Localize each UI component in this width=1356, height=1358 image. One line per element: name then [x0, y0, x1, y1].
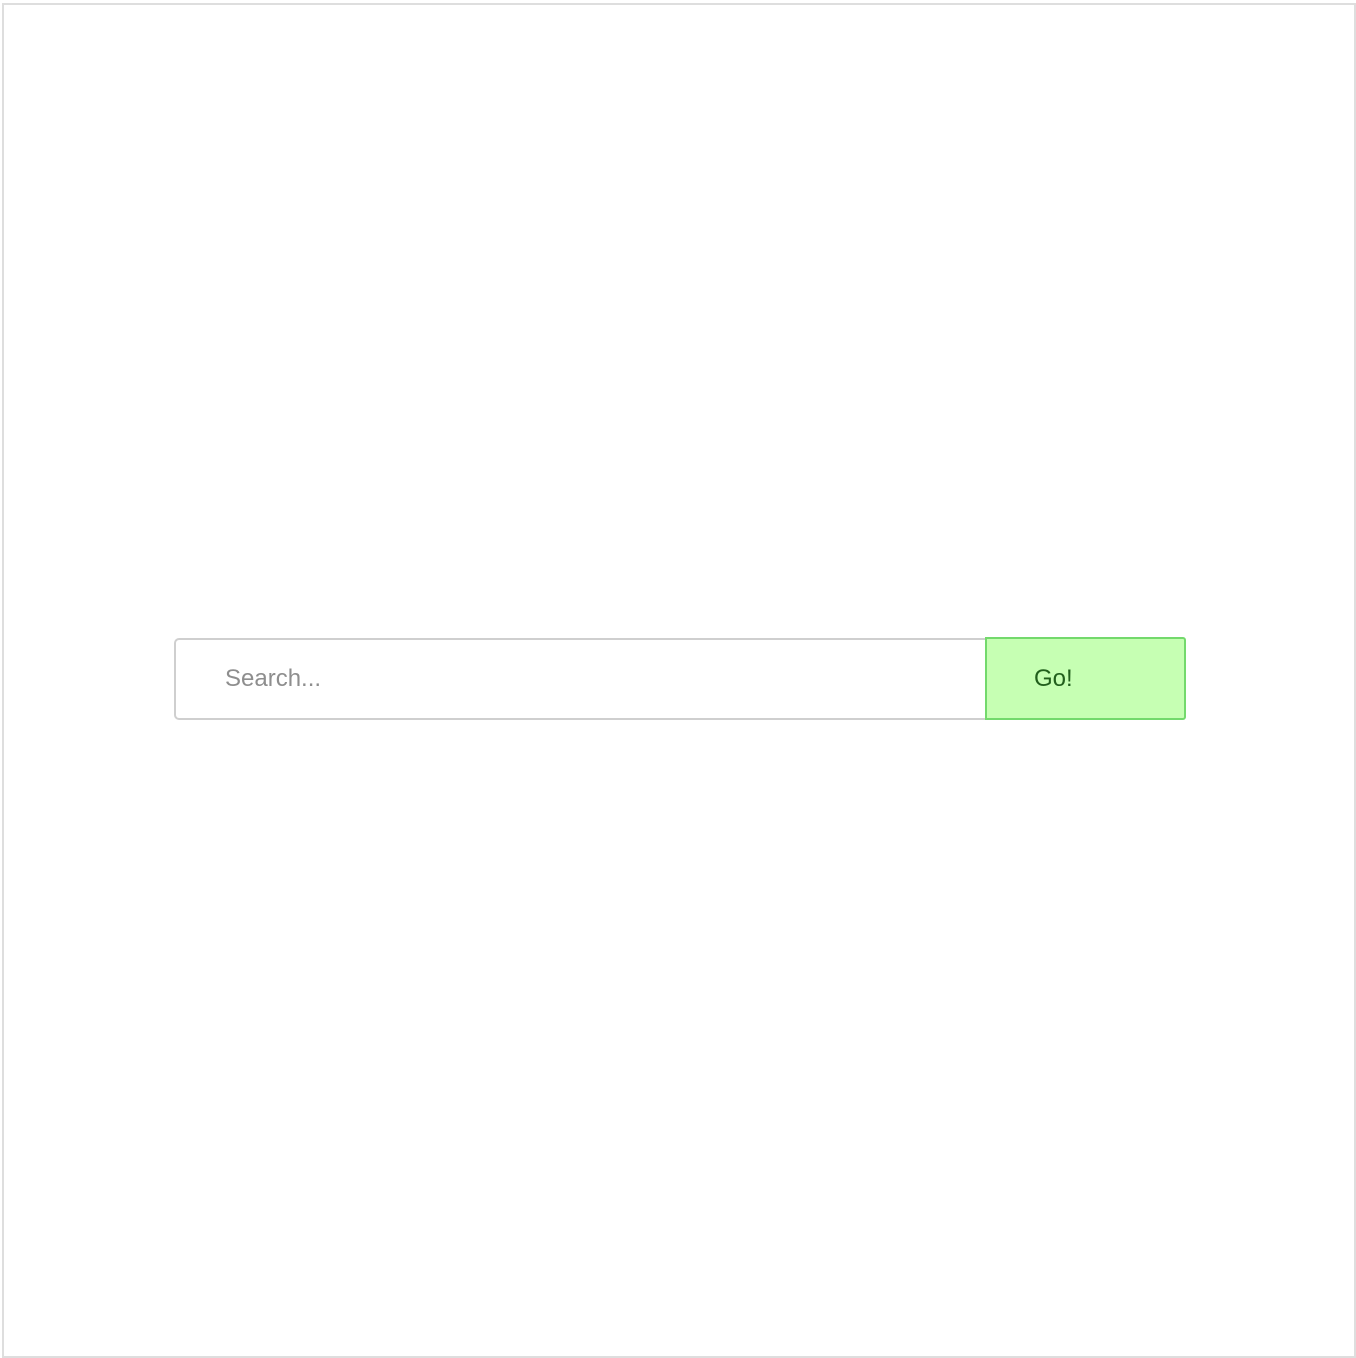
- search-form: Go!: [174, 637, 1186, 720]
- search-input[interactable]: [174, 638, 985, 720]
- go-button[interactable]: Go!: [985, 637, 1186, 720]
